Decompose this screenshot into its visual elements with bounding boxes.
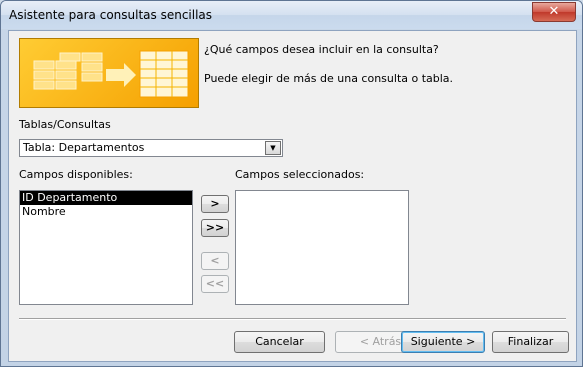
add-all-fields-button[interactable]: >> xyxy=(201,219,229,237)
list-item[interactable]: ID Departamento xyxy=(20,191,192,205)
selected-fields-label: Campos seleccionados: xyxy=(235,168,365,181)
source-label: Tablas/Consultas xyxy=(19,118,111,131)
intro-hint: Puede elegir de más de una consulta o ta… xyxy=(204,72,454,85)
window-title: Asistente para consultas sencillas xyxy=(9,8,213,22)
cancel-button[interactable]: Cancelar xyxy=(234,331,325,353)
selected-fields-list[interactable] xyxy=(235,190,409,305)
close-button[interactable]: ✕ xyxy=(532,2,576,22)
table-to-query-graphic xyxy=(33,50,189,98)
next-button[interactable]: Siguiente > xyxy=(401,331,485,353)
remove-all-fields-button[interactable]: << xyxy=(201,275,229,293)
dialog-body: ¿Qué campos desea incluir en la consulta… xyxy=(8,30,577,362)
intro-question: ¿Qué campos desea incluir en la consulta… xyxy=(204,43,439,56)
wizard-window: Asistente para consultas sencillas ✕ ¿Qu… xyxy=(0,0,583,367)
available-fields-label: Campos disponibles: xyxy=(19,168,133,181)
available-fields-list[interactable]: ID Departamento Nombre xyxy=(19,190,193,305)
source-combobox[interactable]: Tabla: Departamentos ▼ xyxy=(19,139,283,157)
wizard-illustration xyxy=(19,38,199,108)
source-combobox-value: Tabla: Departamentos xyxy=(23,141,145,154)
chevron-down-icon[interactable]: ▼ xyxy=(265,141,281,155)
add-field-button[interactable]: > xyxy=(201,195,229,213)
footer-divider xyxy=(19,318,566,320)
title-bar[interactable]: Asistente para consultas sencillas ✕ xyxy=(1,1,582,29)
remove-field-button[interactable]: < xyxy=(201,252,229,270)
finish-button[interactable]: Finalizar xyxy=(492,331,569,353)
list-item[interactable]: Nombre xyxy=(20,205,192,219)
